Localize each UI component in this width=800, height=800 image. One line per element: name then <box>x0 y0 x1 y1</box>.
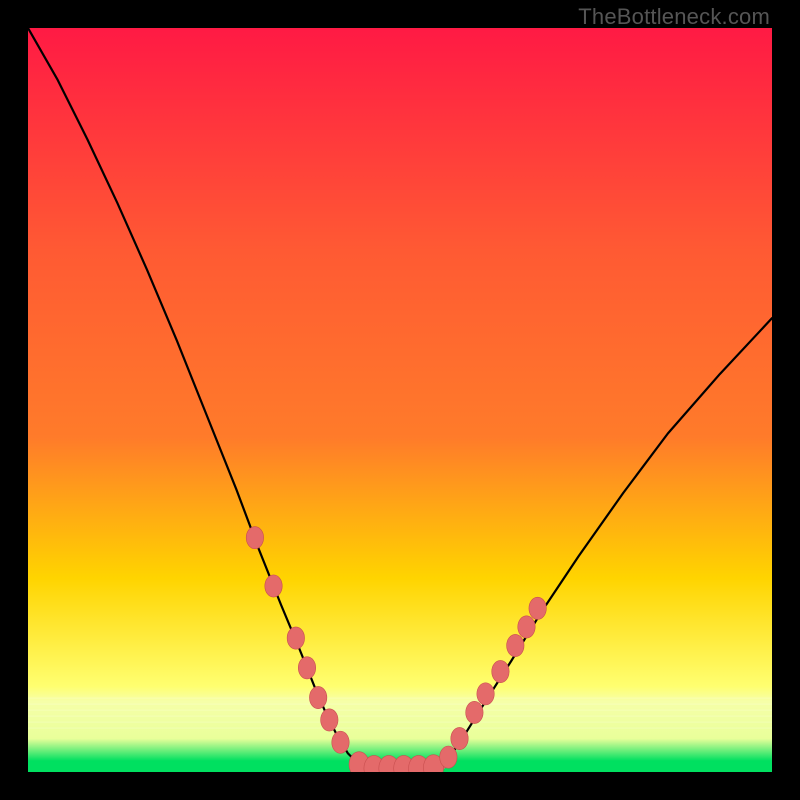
data-marker <box>466 701 483 723</box>
data-marker <box>265 575 282 597</box>
data-marker <box>440 746 457 768</box>
data-marker <box>287 627 304 649</box>
data-marker <box>246 527 263 549</box>
plot-area <box>28 28 772 772</box>
data-marker <box>492 660 509 682</box>
outer-frame: TheBottleneck.com <box>0 0 800 800</box>
data-marker <box>309 686 326 708</box>
data-marker <box>477 683 494 705</box>
watermark-text: TheBottleneck.com <box>578 4 770 30</box>
data-marker <box>321 709 338 731</box>
data-marker <box>332 731 349 753</box>
data-marker <box>298 657 315 679</box>
data-marker <box>451 727 468 749</box>
data-marker <box>518 616 535 638</box>
bottleneck-chart <box>28 28 772 772</box>
data-marker <box>507 634 524 656</box>
data-marker <box>529 597 546 619</box>
